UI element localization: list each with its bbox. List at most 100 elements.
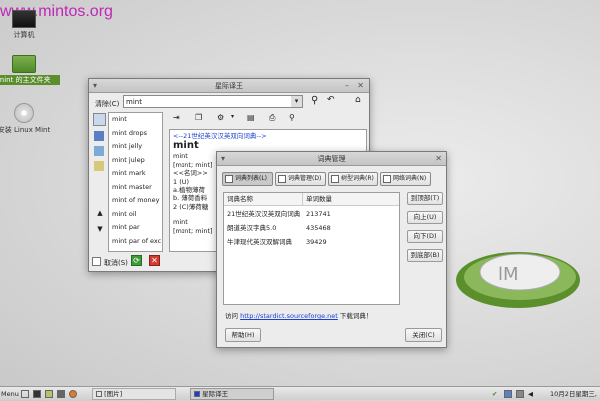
svg-text:lM: lM <box>498 264 519 285</box>
left-toolbar: ▲ ▼ <box>92 112 108 252</box>
word-list-tab-icon[interactable] <box>93 113 106 126</box>
print-icon[interactable]: ⎙ <box>269 113 275 123</box>
help-button[interactable]: 帮助(H) <box>225 328 261 342</box>
copy-icon[interactable]: ❐ <box>195 113 202 122</box>
history-tab-icon[interactable] <box>94 161 104 171</box>
task-stardict[interactable]: 星际译王 <box>190 388 274 400</box>
task-images[interactable]: [图片] <box>92 388 176 400</box>
clear-label[interactable]: 清除(C) <box>95 99 119 109</box>
desktop-icon-label: mint 的主文件夹 <box>0 75 60 85</box>
menu-button[interactable]: Menu <box>1 388 19 400</box>
add-icon[interactable]: ⟳ <box>131 255 142 266</box>
search-value: mint <box>126 98 142 106</box>
word-list-item[interactable]: mint julep <box>109 154 162 168</box>
definition-toolbar: ⇥ ❐ ⚙ ▾ ▤ ⎙ ⚲ <box>171 113 366 125</box>
stardict-link[interactable]: http://stardict.sourceforge.net <box>240 312 338 320</box>
window-title: 星际译王 <box>215 82 243 90</box>
dialog-close-button[interactable]: ✕ <box>435 152 442 166</box>
move-top-button[interactable]: 到顶部(T) <box>407 192 443 205</box>
move-down-button[interactable]: 向下(D) <box>407 230 443 243</box>
desktop-icon-label: 安装 Linux Mint <box>0 126 51 134</box>
word-list-item[interactable]: mint <box>109 113 162 127</box>
desktop-icon-home[interactable]: mint 的主文件夹 <box>0 55 60 85</box>
tab-dict-manage[interactable]: 词典管理(D) <box>275 172 326 186</box>
tab-dict-list[interactable]: 词典列表(L) <box>222 172 273 186</box>
dict-table: 词典名称 单词数量 21世纪英汉汉英双向词典 213741 朗道英汉字典5.0 435… <box>223 192 400 305</box>
word-list-item[interactable]: mint of money <box>109 194 162 208</box>
dict-name-cell: 21世纪英汉汉英双向词典 <box>227 210 301 218</box>
clock[interactable]: 10月2日星期三, <box>550 388 597 400</box>
computer-icon <box>12 10 36 28</box>
word-list-item[interactable]: mint master <box>109 181 162 195</box>
table-row[interactable]: 牛津现代英汉双解词典 39429 <box>224 236 399 249</box>
tab-label: 树型词典(R) <box>341 175 374 182</box>
search-icon[interactable]: ⚲ <box>311 95 318 106</box>
tree-tab-icon[interactable] <box>94 131 104 141</box>
cancel-label[interactable]: 取消(S) <box>104 258 128 268</box>
dict-count-cell: 213741 <box>306 210 331 218</box>
down-icon[interactable]: ▼ <box>92 225 108 233</box>
table-row[interactable]: 朗道英汉字典5.0 435468 <box>224 222 399 235</box>
arrow-right-icon[interactable]: ⇥ <box>173 113 180 122</box>
word-list-item[interactable]: mint par of exc <box>109 235 162 249</box>
dropdown-icon[interactable]: ▾ <box>291 96 302 107</box>
dict-manager-dialog: ▾ 词典管理 ✕ 词典列表(L) 词典管理(D) 树型词典(R) 网络词典(N)… <box>216 151 447 348</box>
dialog-title: 词典管理 <box>317 155 346 163</box>
column-name-header[interactable]: 词典名称 <box>227 193 253 206</box>
word-list-item[interactable]: mint drops <box>109 127 162 141</box>
column-count-header[interactable]: 单词数量 <box>302 193 332 206</box>
tab-tree-dict[interactable]: 树型词典(R) <box>328 172 378 186</box>
visit-prefix: 访问 <box>225 312 241 320</box>
tab-net-dict[interactable]: 网络词典(N) <box>380 172 431 186</box>
tab-label: 词典管理(D) <box>288 175 322 182</box>
dict-count-cell: 435468 <box>306 224 331 232</box>
files-icon[interactable] <box>45 388 53 400</box>
update-icon[interactable]: ✔ <box>492 388 497 400</box>
task-label: 星际译王 <box>202 390 229 398</box>
minimize-button[interactable]: – <box>345 79 349 93</box>
tab-label: 词典列表(L) <box>235 175 268 182</box>
desktop-icon-computer[interactable]: 计算机 <box>0 8 60 40</box>
word-list-item[interactable]: mint mark <box>109 167 162 181</box>
word-list-item[interactable]: mint jelly <box>109 140 162 154</box>
move-up-button[interactable]: 向上(U) <box>407 211 443 224</box>
search-input[interactable]: mint ▾ <box>123 95 303 108</box>
folder-icon <box>12 55 36 73</box>
network-icon[interactable] <box>57 388 65 400</box>
volume-icon[interactable]: ◀ <box>528 388 533 400</box>
tray-icon-2[interactable] <box>516 388 524 400</box>
word-list-item[interactable]: mint oil <box>109 208 162 222</box>
tray-icon-1[interactable] <box>504 388 512 400</box>
window-menu-icon[interactable]: ▾ <box>93 79 97 93</box>
firefox-icon[interactable] <box>69 388 77 400</box>
up-icon[interactable]: ▲ <box>92 209 108 217</box>
show-desktop-icon[interactable] <box>21 388 29 400</box>
desktop-icon-label: 计算机 <box>13 31 35 39</box>
taskbar: Menu [图片] 星际译王 ✔ ◀ 10月2日星期三, <box>0 386 600 400</box>
cancel-checkbox[interactable] <box>92 257 101 266</box>
table-row[interactable]: 21世纪英汉汉英双向词典 213741 <box>224 208 399 221</box>
find-icon[interactable]: ⚲ <box>289 113 295 122</box>
terminal-icon[interactable] <box>33 388 41 400</box>
dict-name-cell: 朗道英汉字典5.0 <box>227 224 277 232</box>
disc-icon <box>14 103 34 123</box>
settings-icon[interactable]: ⚙ <box>217 113 224 122</box>
tab-label: 网络词典(N) <box>393 175 427 182</box>
move-bottom-button[interactable]: 到底部(B) <box>407 249 443 262</box>
home-icon[interactable]: ⌂ <box>355 95 361 105</box>
table-header: 词典名称 单词数量 <box>224 193 399 206</box>
close-dialog-button[interactable]: 关闭(C) <box>405 328 442 342</box>
quit-icon[interactable]: ✕ <box>149 255 160 266</box>
desktop-icon-install[interactable]: 安装 Linux Mint <box>0 103 60 135</box>
dialog-menu-icon[interactable]: ▾ <box>221 152 225 166</box>
visit-suffix: 下载词典！ <box>337 312 373 320</box>
close-button[interactable]: ✕ <box>357 79 364 93</box>
save-icon[interactable]: ▤ <box>247 113 255 122</box>
word-list: mint mint drops mint jelly mint julep mint m… <box>108 112 163 252</box>
word-list-item[interactable]: mint par <box>109 221 162 235</box>
undo-icon[interactable]: ↶ <box>327 95 335 105</box>
dictionary-header: <--21世纪英汉汉英双向词典--> <box>173 132 267 140</box>
result-tab-icon[interactable] <box>94 146 104 156</box>
window-titlebar: ▾ 星际译王 – ✕ <box>89 79 369 93</box>
dropdown-small-icon[interactable]: ▾ <box>231 113 234 120</box>
